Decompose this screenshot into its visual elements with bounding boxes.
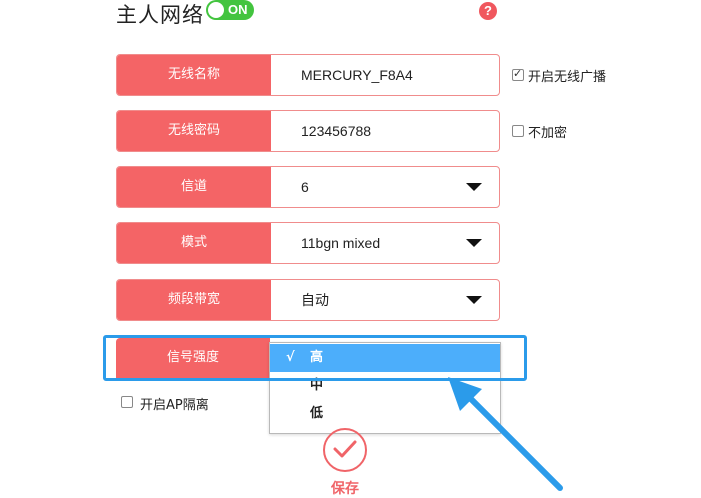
broadcast-label: 开启无线广播 — [528, 70, 607, 85]
save-label: 保存 — [331, 481, 359, 497]
mode-label: 模式 — [117, 223, 271, 263]
chevron-down-icon — [466, 239, 482, 247]
chevron-down-icon — [466, 296, 482, 304]
bandwidth-label: 频段带宽 — [117, 280, 271, 320]
password-input[interactable]: 123456788 — [301, 111, 371, 151]
ssid-label: 无线名称 — [117, 55, 271, 95]
save-button[interactable] — [323, 428, 367, 472]
password-label: 无线密码 — [117, 111, 271, 151]
mode-select[interactable]: 模式 11bgn mixed — [116, 222, 500, 264]
channel-value: 6 — [301, 179, 309, 195]
ap-isolation-checkbox[interactable] — [121, 396, 133, 408]
annotation-arrow-icon — [448, 377, 563, 491]
toggle-knob — [208, 2, 224, 18]
bandwidth-value: 自动 — [301, 292, 329, 308]
bandwidth-select[interactable]: 频段带宽 自动 — [116, 279, 500, 321]
ssid-field: 无线名称 MERCURY_F8A4 — [116, 54, 500, 96]
ap-isolation-label: 开启AP隔离 — [140, 398, 209, 413]
no-encrypt-checkbox[interactable] — [512, 125, 524, 137]
no-encrypt-label: 不加密 — [528, 126, 568, 141]
check-icon — [333, 440, 357, 458]
option-label: 低 — [310, 406, 324, 421]
broadcast-checkbox[interactable] — [512, 67, 524, 81]
page-title: 主人网络 — [116, 3, 204, 27]
channel-select[interactable]: 信道 6 — [116, 166, 500, 208]
question-icon[interactable]: ? — [479, 2, 497, 20]
chevron-down-icon — [466, 183, 482, 191]
ssid-input[interactable]: MERCURY_F8A4 — [301, 55, 413, 95]
password-field: 无线密码 123456788 — [116, 110, 500, 152]
toggle-label: ON — [228, 2, 248, 17]
channel-label: 信道 — [117, 167, 271, 207]
mode-value: 11bgn mixed — [301, 235, 381, 251]
network-toggle[interactable]: ON — [206, 0, 254, 20]
